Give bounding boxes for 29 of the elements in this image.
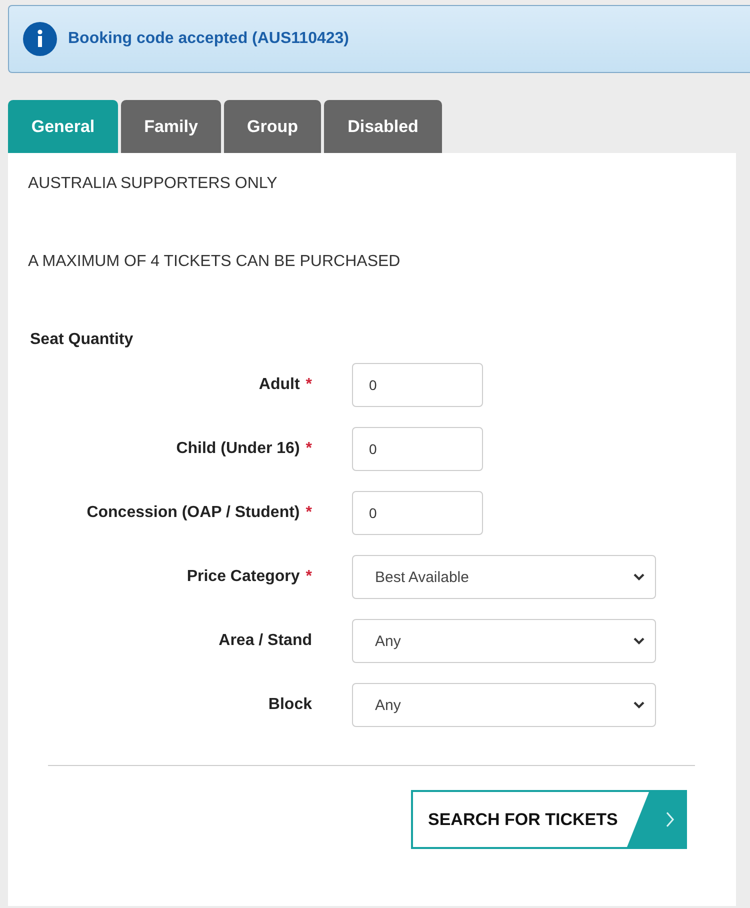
chevron-down-icon [633, 573, 645, 581]
notice-text: AUSTRALIA SUPPORTERS ONLY [28, 175, 278, 193]
tab[interactable]: Disabled [324, 100, 442, 153]
field-label: Child (Under 16) [176, 440, 300, 457]
quantity-field[interactable]: 0 [352, 491, 483, 535]
quantity-field[interactable]: 0 [352, 427, 483, 471]
chevron-down-icon [633, 701, 645, 709]
field-label: Adult [258, 376, 300, 393]
field-label: Area / Stand [218, 632, 312, 649]
info-icon [23, 22, 57, 56]
alert-message: Booking code accepted (AUS110423) [68, 30, 349, 48]
tab[interactable]: Group [224, 100, 321, 153]
required-mark: * [306, 568, 312, 585]
chevron-right-icon [627, 792, 685, 847]
field-label: Concession (OAP / Student) [86, 504, 300, 521]
chevron-down-icon [633, 637, 645, 645]
dropdown[interactable]: Best Available [352, 555, 656, 599]
section-title: Seat Quantity [30, 331, 134, 349]
field-label: Price Category [186, 568, 300, 585]
dropdown[interactable]: Any [352, 683, 656, 727]
quantity-field[interactable]: 0 [352, 363, 483, 407]
search-button[interactable]: SEARCH FOR TICKETS [411, 790, 687, 849]
field-label: Block [268, 696, 312, 713]
required-mark: * [306, 440, 312, 457]
notice-text: A MAXIMUM OF 4 TICKETS CAN BE PURCHASED [28, 253, 400, 271]
required-mark: * [306, 504, 312, 521]
dropdown[interactable]: Any [352, 619, 656, 663]
required-mark: * [306, 376, 312, 393]
tab[interactable]: Family [121, 100, 221, 153]
